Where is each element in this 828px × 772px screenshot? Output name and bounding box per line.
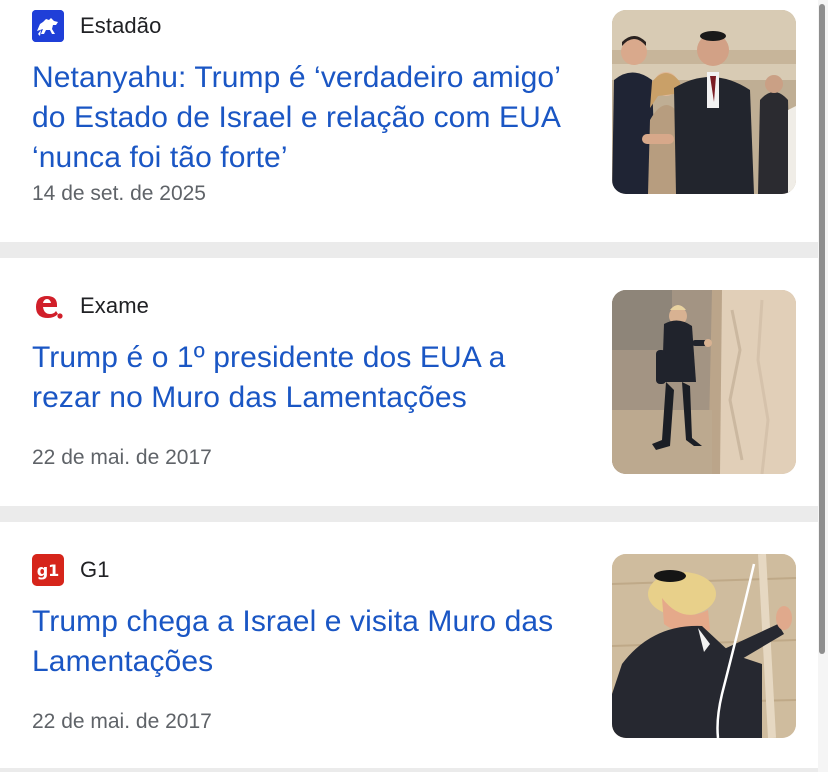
- source-name: Estadão: [80, 13, 162, 38]
- news-feed: Estadão Netanyahu: Trump é ‘verdadeiro a…: [0, 0, 828, 772]
- source-row: Estadão: [32, 10, 161, 42]
- source-name: G1: [80, 557, 110, 582]
- article-thumbnail[interactable]: [612, 290, 796, 474]
- card-separator: [0, 506, 818, 522]
- source-row: Exame: [32, 290, 149, 322]
- article-date: 22 de mai. de 2017: [32, 710, 212, 733]
- article-headline[interactable]: Trump chega a Israel e visita Muro das L…: [32, 602, 582, 682]
- card-separator: [0, 242, 818, 258]
- source-name: Exame: [80, 293, 149, 318]
- article-headline[interactable]: Trump é o 1º presidente dos EUA a rezar …: [32, 338, 582, 418]
- news-card[interactable]: g1 G1 Trump chega a Israel e visita Muro…: [0, 522, 818, 770]
- article-date: 14 de set. de 2025: [32, 182, 206, 205]
- g1-logo-text: g1: [37, 561, 60, 580]
- card-separator: [0, 768, 818, 772]
- article-date: 22 de mai. de 2017: [32, 446, 212, 469]
- article-thumbnail[interactable]: [612, 10, 796, 194]
- article-headline[interactable]: Netanyahu: Trump é ‘verdadeiro amigo’ do…: [32, 58, 582, 178]
- estadao-horse-logo-icon: [32, 10, 64, 42]
- news-card[interactable]: Estadão Netanyahu: Trump é ‘verdadeiro a…: [0, 0, 818, 242]
- article-thumbnail[interactable]: [612, 554, 796, 738]
- scrollbar[interactable]: [818, 0, 828, 772]
- news-card[interactable]: Exame Trump é o 1º presidente dos EUA a …: [0, 258, 818, 506]
- source-row: g1 G1: [32, 554, 110, 586]
- exame-e-logo-icon: [32, 290, 64, 322]
- g1-logo-icon: g1: [32, 554, 64, 586]
- scrollbar-thumb[interactable]: [819, 4, 825, 654]
